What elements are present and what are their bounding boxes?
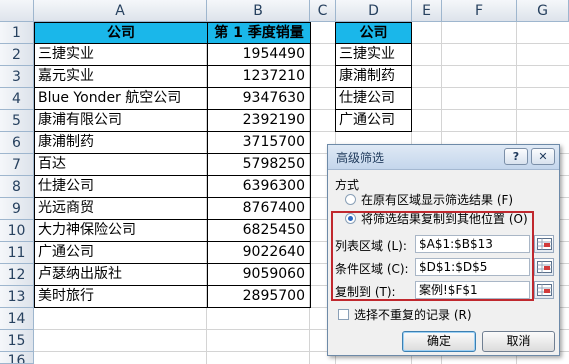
range-select-icon	[537, 261, 552, 273]
row-header[interactable]: 11	[0, 242, 34, 264]
advanced-filter-dialog: 高级筛选 ? ✕ 方式 在原有区域显示筛选结果 (F) 将筛选结果复制到其他位置…	[327, 144, 560, 356]
copy-to-input[interactable]: 案例!$F$1	[415, 281, 530, 299]
table-cell-sales[interactable]: 2895700	[207, 285, 311, 308]
table-cell-company[interactable]: 嘉元实业	[34, 65, 208, 88]
table-cell-company[interactable]: 大力神保险公司	[34, 219, 208, 242]
table-header-sales[interactable]: 第 1 季度销量	[207, 22, 311, 44]
row-header[interactable]: 12	[0, 264, 34, 286]
list-range-label: 列表区域 (L):	[335, 239, 407, 253]
table-cell-company[interactable]: 广通公司	[34, 241, 208, 264]
table-cell-company[interactable]: 卢瑟纳出版社	[34, 263, 208, 286]
criteria-cell[interactable]: 广通公司	[335, 109, 412, 132]
table-cell-sales[interactable]: 9022640	[207, 241, 311, 264]
table-cell-sales[interactable]: 8767400	[207, 197, 311, 220]
column-header-a[interactable]: A	[34, 0, 207, 22]
mode-label: 方式	[335, 178, 360, 192]
row-header[interactable]: 6	[0, 132, 34, 154]
cancel-button[interactable]: 取消	[482, 331, 555, 352]
criteria-cell[interactable]: 三捷实业	[335, 43, 412, 66]
ok-button[interactable]: 确定	[402, 331, 476, 352]
column-header-g[interactable]: G	[517, 0, 569, 22]
column-header-b[interactable]: B	[207, 0, 310, 22]
column-header-f[interactable]: F	[442, 0, 517, 22]
table-cell-company[interactable]: 美时旅行	[34, 285, 208, 308]
help-button[interactable]: ?	[504, 148, 528, 165]
table-cell-company[interactable]: 仕捷公司	[34, 175, 208, 198]
table-cell-sales[interactable]: 9059060	[207, 263, 311, 286]
row-header[interactable]: 16	[0, 352, 34, 364]
table-cell-sales[interactable]: 6396300	[207, 175, 311, 198]
in-place-option-label[interactable]: 在原有区域显示筛选结果 (F)	[361, 191, 513, 208]
criteria-range-input[interactable]: $D$1:$D$5	[415, 258, 530, 276]
row-header[interactable]: 10	[0, 220, 34, 242]
table-cell-company[interactable]: Blue Yonder 航空公司	[34, 87, 208, 110]
column-header-e[interactable]: E	[412, 0, 442, 22]
unique-records-label[interactable]: 选择不重复的记录 (R)	[354, 306, 472, 323]
table-cell-sales[interactable]: 2392190	[207, 109, 311, 132]
criteria-range-label: 条件区域 (C):	[335, 262, 409, 276]
table-cell-sales[interactable]: 3715700	[207, 131, 311, 154]
table-cell-company[interactable]: 百达	[34, 153, 208, 176]
row-header[interactable]: 5	[0, 110, 34, 132]
list-range-collapse-button[interactable]	[534, 235, 554, 253]
row-header[interactable]: 3	[0, 66, 34, 88]
copy-to-collapse-button[interactable]	[534, 281, 554, 299]
row-header[interactable]: 4	[0, 88, 34, 110]
list-range-input[interactable]: $A$1:$B$13	[415, 235, 530, 253]
row-header[interactable]: 7	[0, 154, 34, 176]
row-header[interactable]: 15	[0, 330, 34, 352]
unique-records-checkbox[interactable]	[338, 309, 349, 320]
row-header[interactable]: 14	[0, 308, 34, 330]
table-cell-sales[interactable]: 1954490	[207, 43, 311, 66]
table-cell-sales[interactable]: 6825450	[207, 219, 311, 242]
copy-to-label: 复制到 (T):	[335, 285, 396, 299]
column-header-c[interactable]: C	[310, 0, 336, 22]
table-cell-company[interactable]: 三捷实业	[34, 43, 208, 66]
row-header[interactable]: 1	[0, 22, 34, 44]
criteria-range-collapse-button[interactable]	[534, 258, 554, 276]
criteria-cell[interactable]: 康浦制药	[335, 65, 412, 88]
criteria-header[interactable]: 公司	[335, 22, 412, 44]
in-place-radio[interactable]	[345, 194, 356, 205]
dialog-titlebar[interactable]: 高级筛选 ? ✕	[328, 145, 559, 170]
table-cell-sales[interactable]: 9347630	[207, 87, 311, 110]
close-button[interactable]: ✕	[531, 148, 555, 165]
row-header[interactable]: 13	[0, 286, 34, 308]
table-header-company[interactable]: 公司	[34, 22, 208, 44]
table-cell-sales[interactable]: 1237210	[207, 65, 311, 88]
row-header[interactable]: 8	[0, 176, 34, 198]
table-cell-company[interactable]: 康浦有限公司	[34, 109, 208, 132]
criteria-cell[interactable]: 仕捷公司	[335, 87, 412, 110]
row-header[interactable]: 2	[0, 44, 34, 66]
row-header[interactable]: 9	[0, 198, 34, 220]
column-header-d[interactable]: D	[336, 0, 412, 22]
table-cell-company[interactable]: 光远商贸	[34, 197, 208, 220]
dialog-title: 高级筛选	[336, 151, 385, 165]
range-select-icon	[537, 238, 552, 250]
table-cell-company[interactable]: 康浦制药	[34, 131, 208, 154]
select-all-corner[interactable]	[0, 0, 34, 22]
table-cell-sales[interactable]: 5798250	[207, 153, 311, 176]
range-select-icon	[537, 284, 552, 296]
